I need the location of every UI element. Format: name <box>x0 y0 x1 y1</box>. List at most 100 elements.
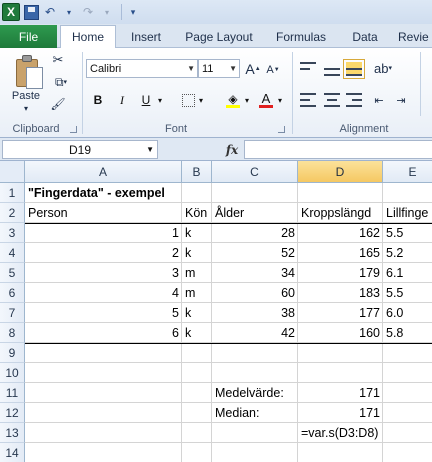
underline-button[interactable]: U <box>138 90 154 110</box>
cell-e8[interactable]: 5.8 <box>383 323 406 343</box>
cell-d4[interactable]: 165 <box>298 243 383 263</box>
font-name-combo[interactable]: Calibri ▼ <box>86 59 198 78</box>
row-header-6[interactable]: 6 <box>0 283 25 303</box>
cell-e4[interactable]: 5.2 <box>383 243 406 263</box>
customize-qat-icon[interactable]: ▾ <box>125 3 141 21</box>
cell-e7[interactable]: 6.0 <box>383 303 406 323</box>
cell-d3[interactable]: 162 <box>298 223 383 243</box>
undo-icon[interactable]: ↶ <box>42 3 58 21</box>
cell-d2-header[interactable]: Kroppslängd <box>298 203 374 223</box>
cell-a3[interactable]: 1 <box>25 223 182 243</box>
cell-c5[interactable]: 34 <box>212 263 298 283</box>
increase-indent-icon[interactable]: ⇥ <box>392 91 410 109</box>
cell-c3[interactable]: 28 <box>212 223 298 243</box>
cell-c11-mean-label[interactable]: Medelvärde: <box>212 383 287 403</box>
align-middle-icon[interactable] <box>324 62 340 76</box>
cell-b3[interactable]: k <box>182 223 194 243</box>
copy-icon[interactable]: ⧉ ▾ <box>50 74 72 90</box>
row-header-10[interactable]: 10 <box>0 363 25 383</box>
font-color-icon[interactable]: A <box>258 90 274 110</box>
cell-d6[interactable]: 183 <box>298 283 383 303</box>
row-header-13[interactable]: 13 <box>0 423 25 443</box>
grow-font-button[interactable]: A ▲ <box>244 60 262 78</box>
cell-e5[interactable]: 6.1 <box>383 263 406 283</box>
cut-icon[interactable]: ✂ <box>50 52 66 68</box>
tab-formulas[interactable]: Formulas <box>268 25 334 48</box>
column-header-c[interactable]: C <box>212 161 298 183</box>
borders-dropdown-icon[interactable]: ▾ <box>197 90 205 110</box>
paste-dropdown-icon[interactable]: ▾ <box>24 104 28 113</box>
excel-app-icon[interactable]: X <box>2 3 20 21</box>
align-top-icon[interactable] <box>300 62 316 76</box>
redo-icon[interactable]: ↷ <box>80 3 96 21</box>
cell-b6[interactable]: m <box>182 283 198 303</box>
orientation-icon[interactable]: ab ▾ <box>372 58 394 78</box>
font-launcher-icon[interactable] <box>278 126 285 133</box>
cell-b2-header[interactable]: Kön <box>182 203 210 223</box>
cell-c2-header[interactable]: Ålder <box>212 203 247 223</box>
spreadsheet-grid[interactable]: A B C D E 1 2 3 4 5 6 7 8 9 10 11 12 13 14 "Fingerdat… <box>0 161 432 462</box>
row-header-11[interactable]: 11 <box>0 383 25 403</box>
row-header-7[interactable]: 7 <box>0 303 25 323</box>
name-box[interactable]: D19 ▼ <box>2 140 158 159</box>
cell-d13-formula[interactable]: =var.s(D3:D8) <box>298 423 381 443</box>
cell-e6[interactable]: 5.5 <box>383 283 406 303</box>
font-color-dropdown-icon[interactable]: ▾ <box>276 90 284 110</box>
select-all-corner[interactable] <box>0 161 25 183</box>
cell-a7[interactable]: 5 <box>25 303 182 323</box>
column-header-d[interactable]: D <box>298 161 383 183</box>
italic-button[interactable]: I <box>114 90 130 110</box>
cell-d5[interactable]: 179 <box>298 263 383 283</box>
cell-b5[interactable]: m <box>182 263 198 283</box>
cell-e2-header[interactable]: Lillfinge <box>383 203 431 223</box>
cell-a4[interactable]: 2 <box>25 243 182 263</box>
tab-review[interactable]: Revie <box>398 25 432 48</box>
decrease-indent-icon[interactable]: ⇤ <box>370 91 388 109</box>
fill-color-icon[interactable]: ◈ <box>224 90 242 110</box>
cell-c6[interactable]: 60 <box>212 283 298 303</box>
formula-input[interactable] <box>244 140 432 159</box>
name-box-dropdown-icon[interactable]: ▼ <box>146 145 154 154</box>
cell-a2-header[interactable]: Person <box>25 203 71 223</box>
align-center-icon[interactable] <box>324 93 340 107</box>
tab-insert[interactable]: Insert <box>120 25 172 48</box>
tab-home[interactable]: Home <box>60 25 116 49</box>
paste-button[interactable]: Paste ▾ <box>6 50 46 114</box>
row-header-12[interactable]: 12 <box>0 403 25 423</box>
font-size-combo[interactable]: 11 ▼ <box>198 59 240 78</box>
cell-a1-title[interactable]: "Fingerdata" - exempel <box>25 183 168 203</box>
undo-dropdown-icon[interactable]: ▾ <box>61 3 77 21</box>
cell-e3[interactable]: 5.5 <box>383 223 406 243</box>
underline-dropdown-icon[interactable]: ▾ <box>156 90 164 110</box>
bold-button[interactable]: B <box>90 90 106 110</box>
clipboard-launcher-icon[interactable] <box>70 126 77 133</box>
tab-file[interactable]: File <box>0 25 57 48</box>
cell-a5[interactable]: 3 <box>25 263 182 283</box>
column-header-a[interactable]: A <box>25 161 182 183</box>
cell-b7[interactable]: k <box>182 303 194 323</box>
cell-d7[interactable]: 177 <box>298 303 383 323</box>
tab-data[interactable]: Data <box>342 25 388 48</box>
cell-a8[interactable]: 6 <box>25 323 182 343</box>
row-header-9[interactable]: 9 <box>0 343 25 363</box>
cell-d11-mean-value[interactable]: 171 <box>298 383 383 403</box>
cell-d8[interactable]: 160 <box>298 323 383 343</box>
cell-c8[interactable]: 42 <box>212 323 298 343</box>
format-painter-icon[interactable]: 🖌 <box>50 96 66 112</box>
row-header-5[interactable]: 5 <box>0 263 25 283</box>
insert-function-icon[interactable]: fx <box>222 140 242 159</box>
fill-color-dropdown-icon[interactable]: ▾ <box>243 90 251 110</box>
row-header-3[interactable]: 3 <box>0 223 25 243</box>
column-header-b[interactable]: B <box>182 161 212 183</box>
redo-dropdown-icon[interactable]: ▾ <box>99 3 115 21</box>
row-header-4[interactable]: 4 <box>0 243 25 263</box>
cell-c12-median-label[interactable]: Median: <box>212 403 262 423</box>
shrink-font-button[interactable]: A ▼ <box>264 61 282 79</box>
align-bottom-icon[interactable] <box>343 59 365 79</box>
row-header-14[interactable]: 14 <box>0 443 25 462</box>
tab-page-layout[interactable]: Page Layout <box>178 25 260 48</box>
cell-b4[interactable]: k <box>182 243 194 263</box>
column-header-e[interactable]: E <box>383 161 432 183</box>
row-header-1[interactable]: 1 <box>0 183 25 203</box>
cell-d12-median-value[interactable]: 171 <box>298 403 383 423</box>
